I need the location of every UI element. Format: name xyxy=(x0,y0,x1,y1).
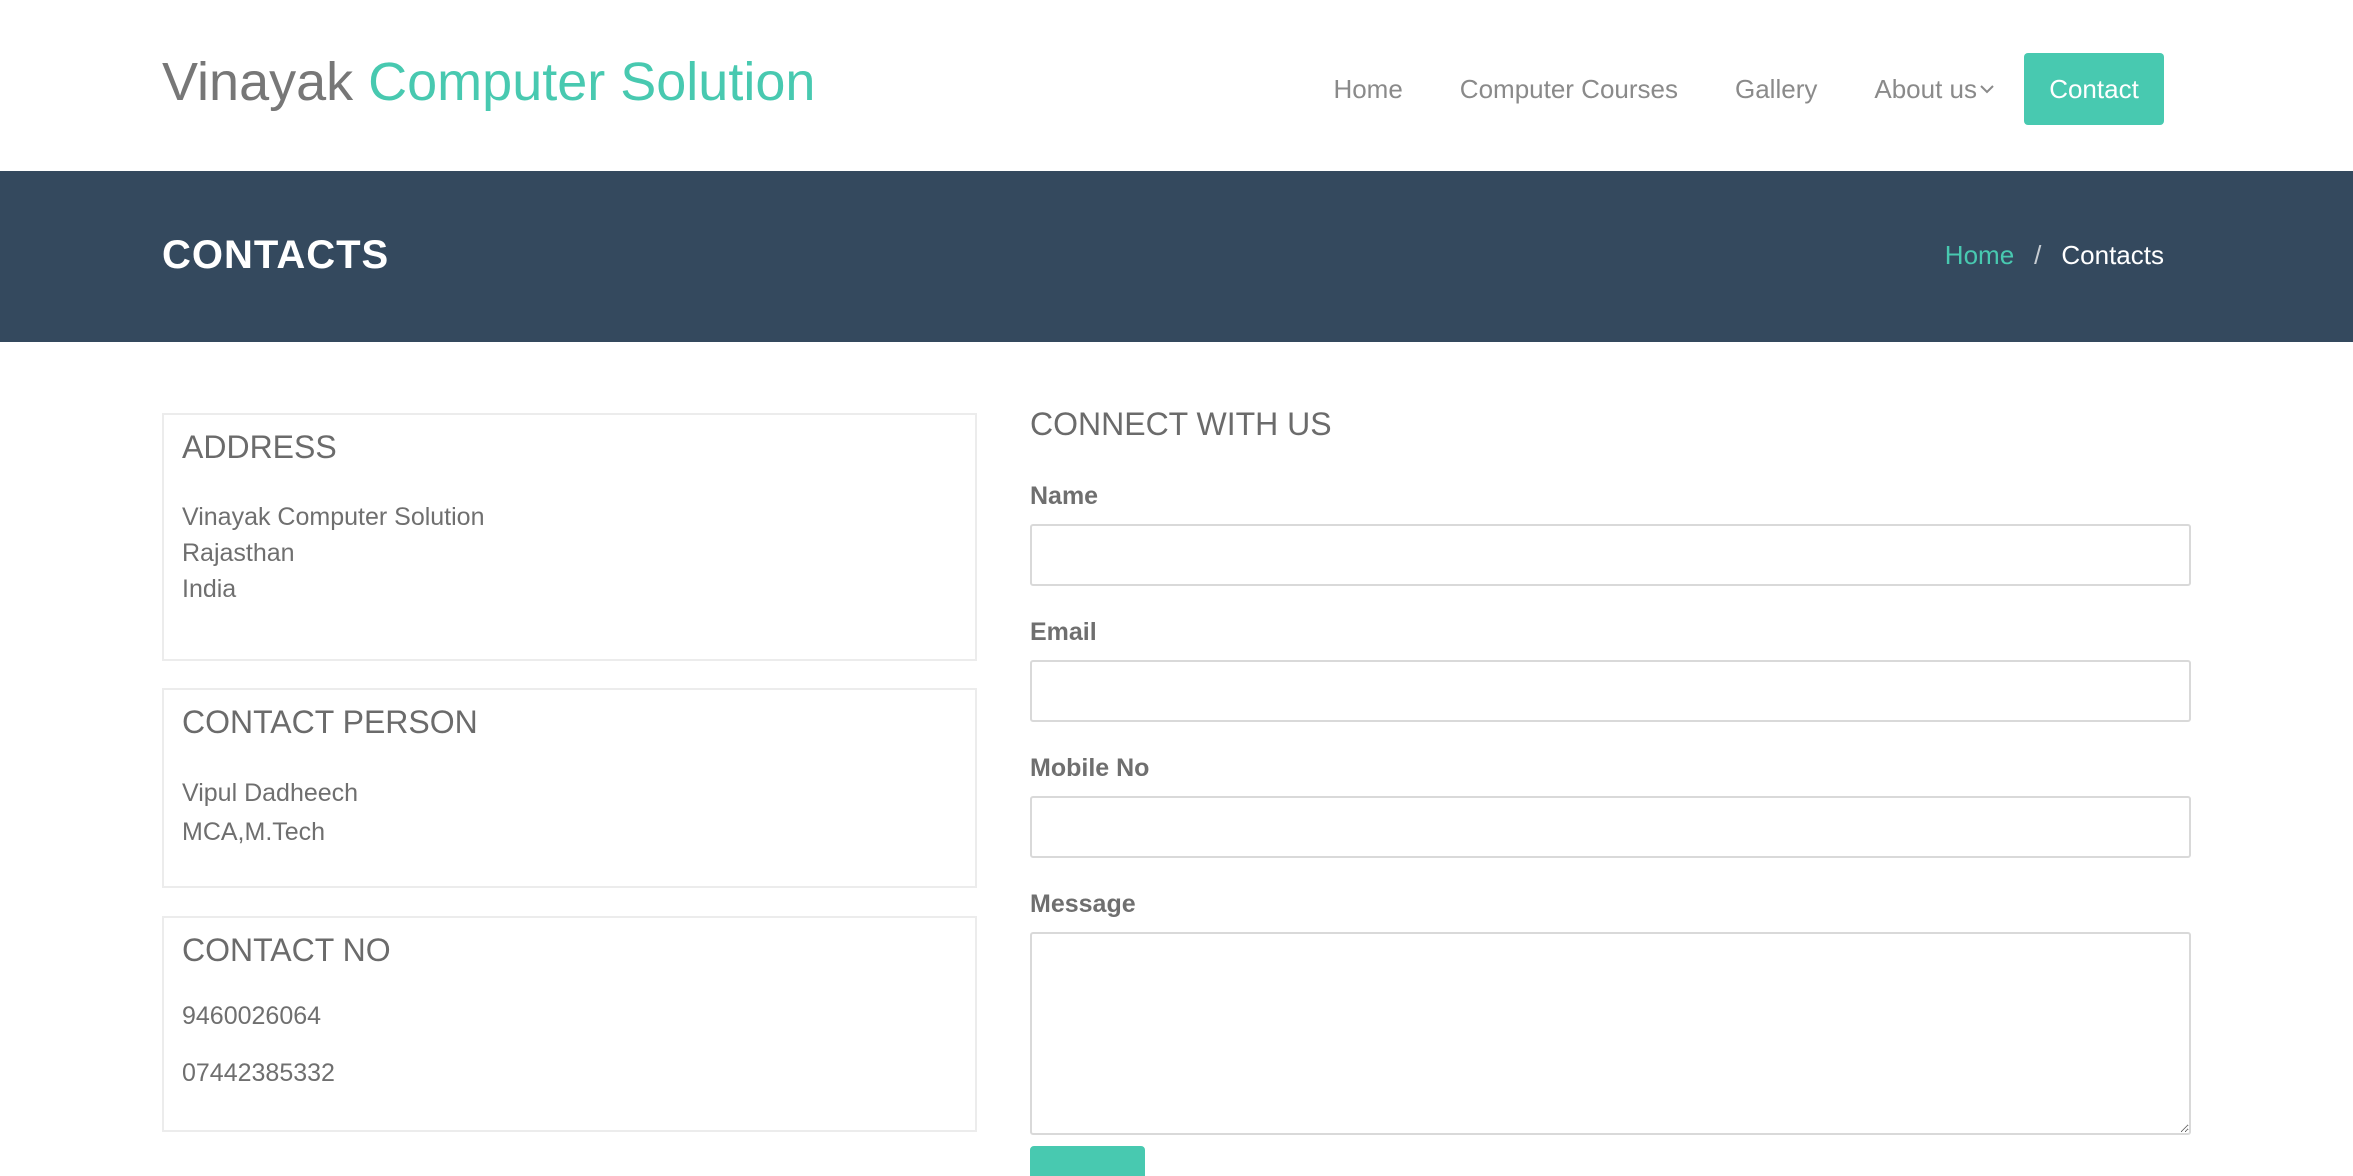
contact-person-title: CONTACT PERSON xyxy=(182,704,478,740)
address-line: India xyxy=(182,575,237,603)
brand-name-primary: Vinayak xyxy=(162,52,354,112)
site-logo[interactable]: Vinayak Computer Solution xyxy=(162,50,815,114)
contact-person-qualification: MCA,M.Tech xyxy=(182,818,326,846)
email-label: Email xyxy=(1030,618,1097,646)
address-line: Vinayak Computer Solution xyxy=(182,503,485,531)
main-nav: Home Computer Courses Gallery About us C… xyxy=(1333,53,2164,125)
nav-home[interactable]: Home xyxy=(1333,74,1402,105)
message-textarea[interactable] xyxy=(1030,932,2191,1135)
contact-person-box: CONTACT PERSON Vipul Dadheech MCA,M.Tech xyxy=(162,688,977,888)
breadcrumb-home-link[interactable]: Home xyxy=(1945,237,2014,273)
chevron-down-icon xyxy=(1980,84,1994,94)
name-label: Name xyxy=(1030,482,1099,510)
nav-computer-courses[interactable]: Computer Courses xyxy=(1460,74,1678,105)
message-label: Message xyxy=(1030,890,1136,918)
nav-contact-button[interactable]: Contact xyxy=(2024,53,2164,125)
submit-button[interactable] xyxy=(1030,1146,1145,1176)
breadcrumb-separator: / xyxy=(2034,240,2042,270)
mobile-input[interactable] xyxy=(1030,796,2191,858)
nav-gallery[interactable]: Gallery xyxy=(1735,74,1817,105)
address-lines: Vinayak Computer Solution Rajasthan Indi… xyxy=(182,499,957,607)
page-title-band: CONTACTS Home / Contacts xyxy=(0,171,2353,342)
brand-name-secondary: Computer Solution xyxy=(368,52,816,112)
name-input[interactable] xyxy=(1030,524,2191,586)
contact-person-name: Vipul Dadheech xyxy=(182,779,359,807)
email-input[interactable] xyxy=(1030,660,2191,722)
mobile-label: Mobile No xyxy=(1030,754,1150,782)
address-box: ADDRESS Vinayak Computer Solution Rajast… xyxy=(162,413,977,661)
contact-no-title: CONTACT NO xyxy=(182,932,391,968)
breadcrumb: Home / Contacts xyxy=(1945,237,2164,273)
contact-form: CONNECT WITH US Name Email Mobile No Mes… xyxy=(1030,400,2191,1135)
form-title: CONNECT WITH US xyxy=(1030,406,1332,442)
site-header: Vinayak Computer Solution Home Computer … xyxy=(0,0,2353,171)
contact-no-lines: 9460026064 07442385332 xyxy=(182,988,957,1102)
nav-about-us[interactable]: About us xyxy=(1874,74,1994,105)
address-line: Rajasthan xyxy=(182,539,295,567)
phone-number: 07442385332 xyxy=(182,1059,335,1087)
contact-person-lines: Vipul Dadheech MCA,M.Tech xyxy=(182,774,957,852)
page-title: CONTACTS xyxy=(162,233,390,277)
phone-number: 9460026064 xyxy=(182,1002,322,1030)
contact-no-box: CONTACT NO 9460026064 07442385332 xyxy=(162,916,977,1132)
address-title: ADDRESS xyxy=(182,429,337,465)
nav-about-us-label: About us xyxy=(1874,73,1977,104)
breadcrumb-current: Contacts xyxy=(2061,240,2164,270)
